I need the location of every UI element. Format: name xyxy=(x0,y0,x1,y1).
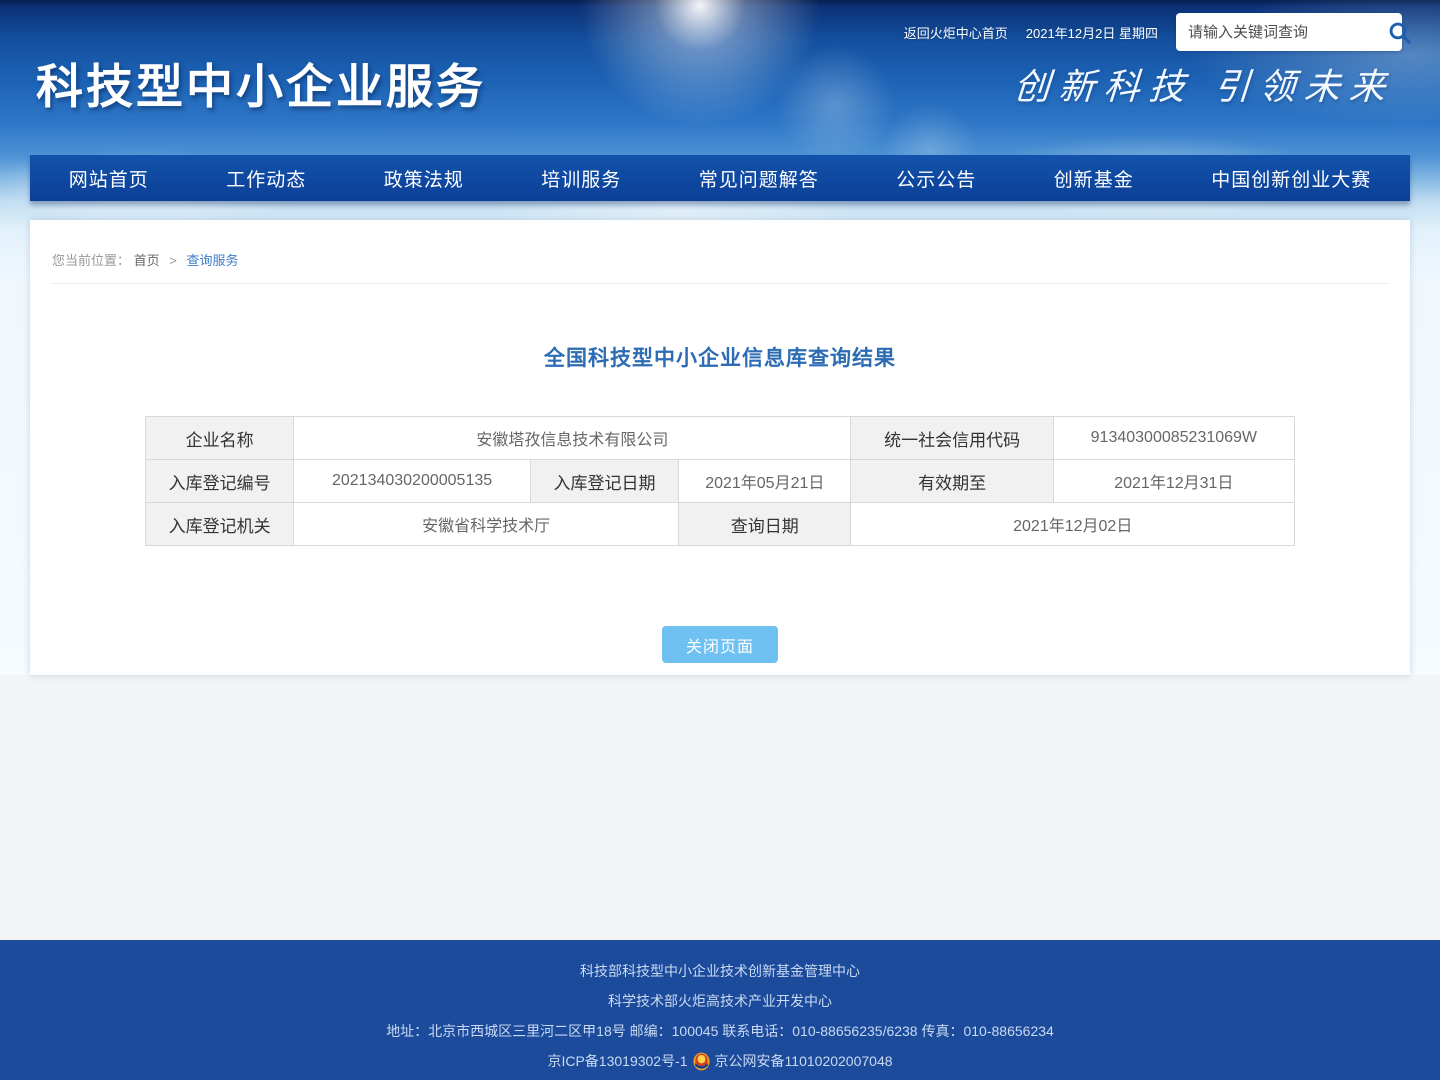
icp-license-link[interactable]: 京ICP备13019302号-1 xyxy=(547,1046,687,1076)
footer-contact-line: 地址：北京市西城区三里河二区甲18号 邮编：100045 联系电话：010-88… xyxy=(0,1016,1440,1046)
breadcrumb-separator: > xyxy=(169,253,177,268)
search-box[interactable] xyxy=(1176,13,1402,51)
query-date-label: 查询日期 xyxy=(679,503,851,546)
top-utility-bar: 返回火炬中心首页 2021年12月2日 星期四 xyxy=(904,13,1402,51)
nav-item-home[interactable]: 网站首页 xyxy=(69,165,149,192)
credit-code-value: 91340300085231069W xyxy=(1053,417,1294,460)
table-row: 入库登记机关 安徽省科学技术厅 查询日期 2021年12月02日 xyxy=(146,503,1295,546)
breadcrumb: 您当前位置： 首页 > 查询服务 xyxy=(52,220,1388,284)
reg-number-label: 入库登记编号 xyxy=(146,460,294,503)
query-result-table: 企业名称 安徽塔孜信息技术有限公司 统一社会信用代码 9134030008523… xyxy=(145,416,1295,546)
page-title: 全国科技型中小企业信息库查询结果 xyxy=(30,342,1410,372)
footer-org-line1: 科技部科技型中小企业技术创新基金管理中心 xyxy=(0,956,1440,986)
nav-item-faq[interactable]: 常见问题解答 xyxy=(699,165,819,192)
nav-item-training[interactable]: 培训服务 xyxy=(541,165,621,192)
enterprise-name-value: 安徽塔孜信息技术有限公司 xyxy=(294,417,851,460)
reg-date-value: 2021年05月21日 xyxy=(679,460,851,503)
footer-org-line2: 科学技术部火炬高技术产业开发中心 xyxy=(0,986,1440,1016)
query-date-value: 2021年12月02日 xyxy=(851,503,1295,546)
nav-item-innovation-fund[interactable]: 创新基金 xyxy=(1054,165,1134,192)
nav-item-work-news[interactable]: 工作动态 xyxy=(226,165,306,192)
breadcrumb-prefix: 您当前位置： xyxy=(52,253,130,268)
breadcrumb-current-link[interactable]: 查询服务 xyxy=(187,253,239,268)
valid-until-value: 2021年12月31日 xyxy=(1053,460,1294,503)
reg-authority-value: 安徽省科学技术厅 xyxy=(294,503,679,546)
page-footer: 科技部科技型中小企业技术创新基金管理中心 科学技术部火炬高技术产业开发中心 地址… xyxy=(0,940,1440,1080)
nav-item-innovation-competition[interactable]: 中国创新创业大赛 xyxy=(1211,165,1371,192)
current-date-text: 2021年12月2日 星期四 xyxy=(1026,23,1158,42)
reg-number-value: 202134030200005135 xyxy=(294,460,531,503)
torch-center-home-link[interactable]: 返回火炬中心首页 xyxy=(904,23,1008,42)
content-panel: 您当前位置： 首页 > 查询服务 全国科技型中小企业信息库查询结果 企业名称 安… xyxy=(30,220,1410,675)
main-nav: 网站首页 工作动态 政策法规 培训服务 常见问题解答 公示公告 创新基金 中国创… xyxy=(30,155,1410,201)
reg-authority-label: 入库登记机关 xyxy=(146,503,294,546)
site-logo[interactable]: 科技型中小企业服务 xyxy=(36,48,486,117)
enterprise-name-label: 企业名称 xyxy=(146,417,294,460)
police-badge-icon xyxy=(693,1052,710,1071)
nav-item-policies[interactable]: 政策法规 xyxy=(384,165,464,192)
credit-code-label: 统一社会信用代码 xyxy=(851,417,1053,460)
nav-item-announcements[interactable]: 公示公告 xyxy=(896,165,976,192)
search-icon[interactable] xyxy=(1387,20,1412,45)
valid-until-label: 有效期至 xyxy=(851,460,1053,503)
police-registration-link[interactable]: 京公网安备11010202007048 xyxy=(715,1046,893,1076)
close-page-button[interactable]: 关闭页面 xyxy=(662,626,778,663)
search-input[interactable] xyxy=(1188,24,1387,41)
table-row: 入库登记编号 202134030200005135 入库登记日期 2021年05… xyxy=(146,460,1295,503)
site-slogan: 创新科技 引领未来 xyxy=(1012,58,1396,110)
reg-date-label: 入库登记日期 xyxy=(530,460,678,503)
breadcrumb-home-link[interactable]: 首页 xyxy=(134,253,160,268)
footer-icp-row: 京ICP备13019302号-1 京公网安备11010202007048 xyxy=(0,1046,1440,1076)
table-row: 企业名称 安徽塔孜信息技术有限公司 统一社会信用代码 9134030008523… xyxy=(146,417,1295,460)
